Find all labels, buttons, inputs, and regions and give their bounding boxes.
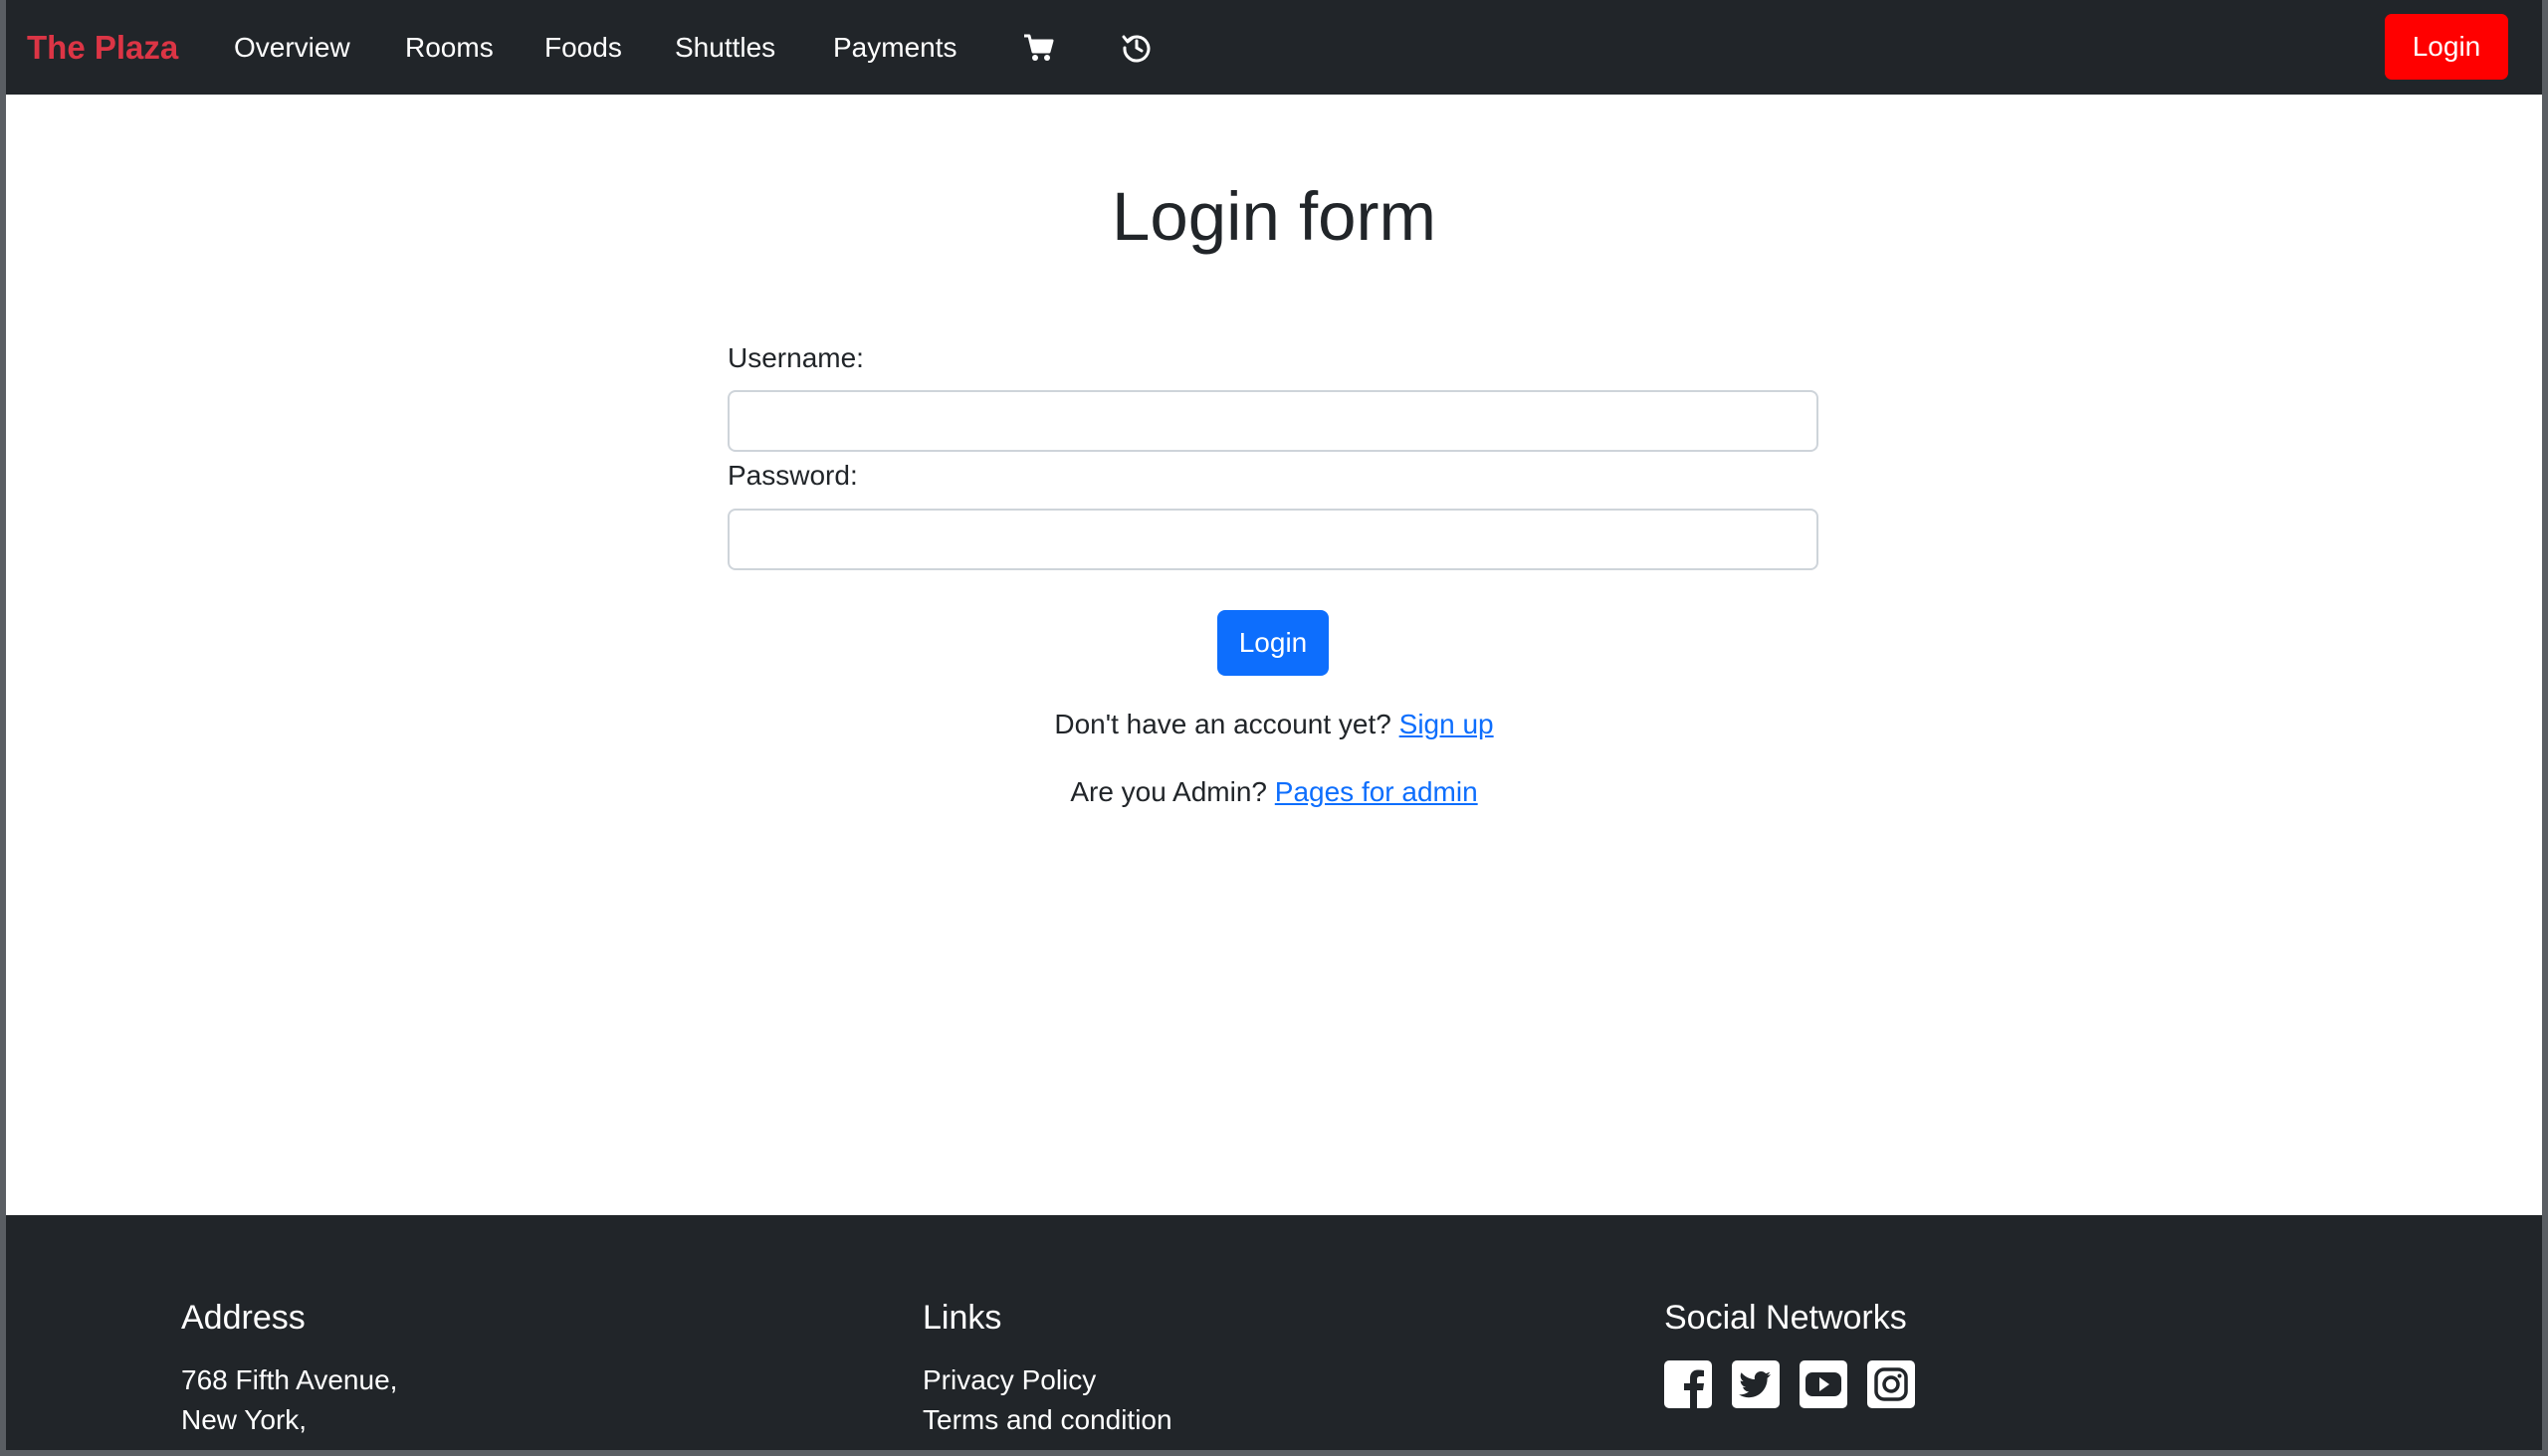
signup-prompt: Don't have an account yet? [1054,709,1391,739]
password-label: Password: [728,460,858,491]
page: The Plaza Overview Rooms Foods Shuttles … [6,0,2542,1450]
privacy-policy-link[interactable]: Privacy Policy [923,1360,1172,1400]
twitter-icon[interactable] [1732,1360,1780,1408]
address-line: New York, [181,1404,308,1435]
facebook-icon[interactable] [1664,1360,1712,1408]
footer-links: Links Privacy Policy Terms and condition [923,1297,1172,1440]
login-submit-button[interactable]: Login [1217,610,1329,676]
navbar: The Plaza Overview Rooms Foods Shuttles … [6,0,2542,95]
admin-row: Are you Admin? Pages for admin [6,774,2542,810]
admin-pages-link[interactable]: Pages for admin [1275,776,1478,807]
footer-address: Address 768 Fifth Avenue, New York, [181,1297,397,1440]
password-input[interactable] [728,509,1818,570]
username-label: Username: [728,342,864,373]
nav-foods[interactable]: Foods [544,28,622,68]
nav-shuttles[interactable]: Shuttles [675,28,775,68]
address-line: 768 Fifth Avenue, [181,1364,398,1395]
nav-payments[interactable]: Payments [833,28,957,68]
social-heading: Social Networks [1664,1299,1907,1337]
youtube-icon[interactable] [1800,1360,1847,1408]
signup-row: Don't have an account yet? Sign up [6,707,2542,742]
history-icon[interactable] [1119,28,1155,68]
links-heading: Links [923,1299,1002,1337]
footer-social: Social Networks [1664,1297,1915,1408]
admin-prompt: Are you Admin? [1070,776,1267,807]
nav-rooms[interactable]: Rooms [405,28,494,68]
brand-logo[interactable]: The Plaza [27,28,178,68]
social-icons [1664,1360,1915,1408]
instagram-icon[interactable] [1867,1360,1915,1408]
username-input[interactable] [728,390,1818,452]
cart-icon[interactable] [1021,28,1057,68]
nav-overview[interactable]: Overview [234,28,350,68]
address-heading: Address [181,1299,306,1337]
terms-link[interactable]: Terms and condition [923,1400,1172,1440]
navbar-login-button[interactable]: Login [2385,14,2508,80]
signup-link[interactable]: Sign up [1399,709,1494,739]
page-title: Login form [1112,178,1436,255]
footer: Address 768 Fifth Avenue, New York, Link… [6,1215,2542,1450]
